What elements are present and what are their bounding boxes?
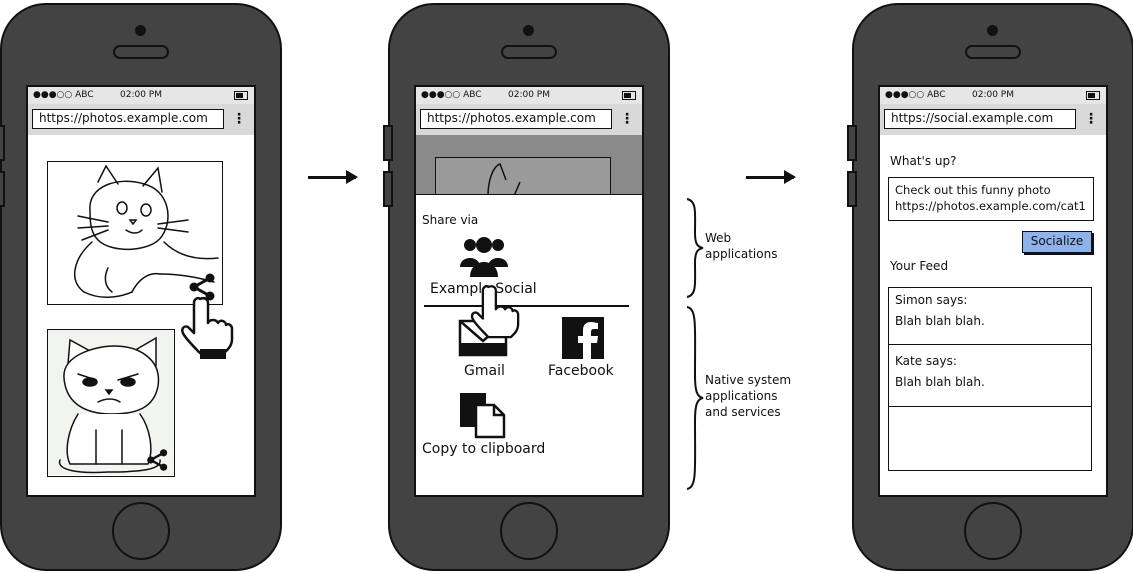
speaker xyxy=(113,45,169,59)
annotation-web: Web applications xyxy=(705,230,777,262)
battery-icon xyxy=(1086,91,1100,100)
home-button[interactable] xyxy=(500,502,558,560)
share-target-clipboard[interactable]: Copy to clipboard xyxy=(422,391,546,457)
dimmed-page xyxy=(416,135,642,197)
brace-native xyxy=(686,306,704,490)
post-textarea[interactable]: Check out this funny photo https://photo… xyxy=(888,177,1094,221)
url-bar: https://photos.example.com ⋮ xyxy=(28,104,254,135)
phone-3-screen: ●●●○○ ABC 02:00 PM https://social.exampl… xyxy=(878,85,1108,497)
status-bar: ●●●○○ ABC 02:00 PM xyxy=(416,87,642,104)
menu-dots-icon[interactable]: ⋮ xyxy=(1084,110,1098,128)
side-button xyxy=(847,171,857,207)
status-time: 02:00 PM xyxy=(972,90,1014,100)
socialize-button[interactable]: Socialize xyxy=(1022,231,1092,253)
status-time: 02:00 PM xyxy=(120,90,162,100)
share-via-label: Share via xyxy=(422,213,479,227)
feed-author: Simon says: xyxy=(895,293,968,307)
list-item[interactable]: Simon says: Blah blah blah. xyxy=(889,288,1091,345)
list-item[interactable]: Kate says: Blah blah blah. xyxy=(889,344,1091,407)
facebook-icon xyxy=(562,317,604,359)
home-button[interactable] xyxy=(112,502,170,560)
annotation-native-line-3: and services xyxy=(705,405,781,419)
flow-arrow xyxy=(746,170,796,184)
share-sheet: Share via Example Social Gmail Facebook … xyxy=(416,194,642,495)
phone-2-screen: ●●●○○ ABC 02:00 PM https://photos.exampl… xyxy=(414,85,644,497)
phone-2: ●●●○○ ABC 02:00 PM https://photos.exampl… xyxy=(383,3,670,571)
battery-icon xyxy=(622,91,636,100)
url-input[interactable]: https://social.example.com xyxy=(884,109,1076,129)
menu-dots-icon[interactable]: ⋮ xyxy=(232,110,246,128)
divider xyxy=(424,305,629,307)
side-button xyxy=(847,125,857,161)
camera xyxy=(135,25,146,36)
facebook-label: Facebook xyxy=(548,363,614,379)
pointing-hand-icon xyxy=(470,285,520,339)
pointing-hand-icon xyxy=(181,296,234,359)
url-input[interactable]: https://photos.example.com xyxy=(32,109,224,129)
speaker xyxy=(965,45,1021,59)
url-bar: https://social.example.com ⋮ xyxy=(880,104,1106,135)
annotation-native-line-1: Native system xyxy=(705,373,792,387)
feed-list: Simon says: Blah blah blah. Kate says: B… xyxy=(888,287,1092,471)
copy-icon xyxy=(460,393,506,439)
share-icon[interactable] xyxy=(146,447,170,473)
your-feed-label: Your Feed xyxy=(890,259,949,273)
annotation-web-line-2: applications xyxy=(705,247,778,261)
side-button xyxy=(383,171,393,207)
annotation-native-line-2: applications xyxy=(705,389,778,403)
camera xyxy=(987,25,998,36)
brace-web xyxy=(686,198,704,298)
speaker xyxy=(501,45,557,59)
share-target-facebook[interactable]: Facebook xyxy=(544,317,624,383)
post-text-line-2: https://photos.example.com/cat1 xyxy=(895,199,1086,213)
annotation-native: Native system applications and services xyxy=(705,372,791,420)
phone-3: ●●●○○ ABC 02:00 PM https://social.exampl… xyxy=(847,3,1133,571)
clipboard-label: Copy to clipboard xyxy=(422,441,546,457)
phone-1: ●●●○○ ABC 02:00 PM https://photos.exampl… xyxy=(0,3,282,571)
whats-up-label: What's up? xyxy=(890,154,957,168)
menu-dots-icon[interactable]: ⋮ xyxy=(620,110,634,128)
side-button xyxy=(0,171,5,207)
url-input[interactable]: https://photos.example.com xyxy=(420,109,612,129)
battery-icon xyxy=(234,91,248,100)
flow-arrow xyxy=(308,170,358,184)
camera xyxy=(523,25,534,36)
feed-author: Kate says: xyxy=(895,354,957,368)
side-button xyxy=(383,125,393,161)
status-bar: ●●●○○ ABC 02:00 PM xyxy=(28,87,254,104)
side-button xyxy=(0,125,5,161)
gmail-label: Gmail xyxy=(464,363,505,379)
signal-indicator: ●●●○○ ABC xyxy=(33,90,94,100)
phone-1-screen: ●●●○○ ABC 02:00 PM https://photos.exampl… xyxy=(26,85,256,497)
signal-indicator: ●●●○○ ABC xyxy=(885,90,946,100)
signal-indicator: ●●●○○ ABC xyxy=(421,90,482,100)
home-button[interactable] xyxy=(964,502,1022,560)
post-text-line-1: Check out this funny photo xyxy=(895,183,1051,197)
cat-sketch xyxy=(487,163,521,196)
status-time: 02:00 PM xyxy=(508,90,550,100)
status-bar: ●●●○○ ABC 02:00 PM xyxy=(880,87,1106,104)
url-bar: https://photos.example.com ⋮ xyxy=(416,104,642,135)
feed-text: Blah blah blah. xyxy=(895,375,985,389)
annotation-web-line-1: Web xyxy=(705,231,732,245)
feed-text: Blah blah blah. xyxy=(895,314,985,328)
dimmed-photo xyxy=(435,157,611,197)
group-icon xyxy=(460,237,508,277)
